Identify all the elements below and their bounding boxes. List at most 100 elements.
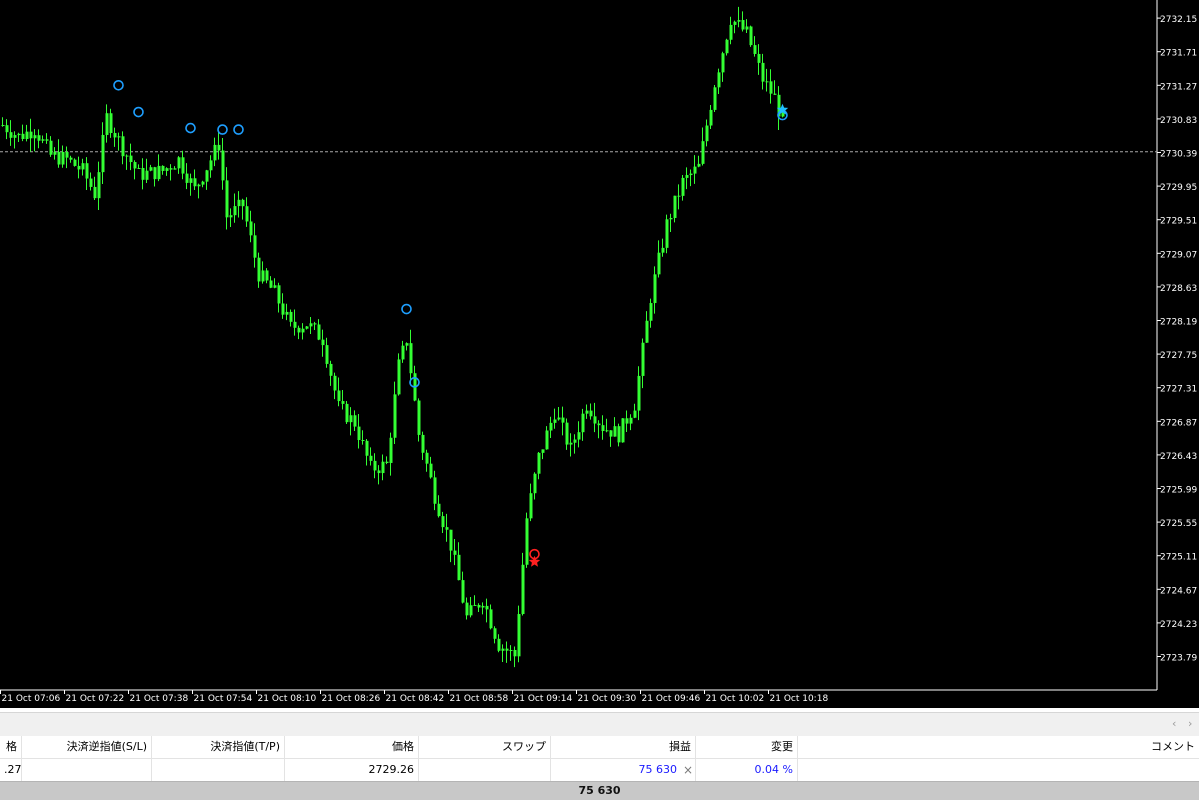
col-header-profit[interactable]: 損益 [551,736,696,758]
signal-circle-marker[interactable] [217,124,228,135]
candle-body [729,24,733,40]
candle-body [685,175,689,178]
candle-body [621,418,625,443]
price-axis-label: 2726.87 [1160,418,1197,428]
candle-body [325,345,329,364]
time-axis-label: 21 Oct 07:06 [2,694,61,704]
candle-body [269,280,273,288]
candle-body [133,162,137,169]
time-axis-label: 21 Oct 07:38 [130,694,189,704]
candle-body [169,168,173,170]
candle-body [461,580,465,603]
candle-body [105,113,109,135]
candle-body [749,26,753,46]
cell-change: 0.04 % [696,759,798,781]
candle-body [17,133,21,136]
candle-body [401,345,405,360]
candle-body [9,132,13,138]
candle-body [205,170,209,182]
price-axis-label: 2725.55 [1160,519,1197,529]
candle-body [225,180,229,218]
col-header-comment[interactable]: コメント [798,736,1199,758]
signal-circle-marker[interactable] [185,122,196,134]
candle-body [521,564,525,615]
col-header-swap[interactable]: スワップ [419,736,551,758]
candle-body [509,649,513,651]
candle-body [577,432,581,440]
scroll-right-icon[interactable]: › [1188,717,1192,731]
candle-body [185,173,189,183]
candle-body [533,473,537,494]
candle-body [93,186,97,199]
candle-body [669,217,673,220]
signal-circle-marker[interactable] [133,106,144,118]
candle-body [617,426,621,443]
candle-body [237,199,241,207]
signal-circle-marker[interactable] [233,124,244,135]
candle-body [725,39,729,54]
price-axis-label: 2724.67 [1160,586,1197,596]
chart-canvas[interactable]: 2732.592732.152731.712731.272730.832730.… [0,0,1199,708]
candle-body [217,144,221,151]
candle-body [681,177,685,196]
candle-body [209,160,213,171]
candle-body [773,93,777,95]
candle-body [489,609,493,629]
time-axis-label: 21 Oct 09:14 [514,694,573,704]
candle-body [673,195,677,218]
cell-comment [798,759,1199,781]
close-position-icon[interactable]: × [681,759,696,781]
candle-body [629,417,633,424]
candle-body [141,167,145,180]
candle-body [741,20,745,30]
price-axis-label: 2732.15 [1160,15,1197,25]
candle-body [21,133,25,140]
col-header-price-open[interactable]: 格 [0,736,22,758]
candle-body [57,151,61,165]
price-axis-label: 2731.71 [1160,49,1197,59]
price-axis-label: 2730.39 [1160,150,1197,160]
candle-body [569,442,573,445]
col-header-take-profit[interactable]: 決済指値(T/P) [152,736,285,758]
price-axis-label: 2729.07 [1160,250,1197,260]
candle-body [433,477,437,504]
candle-body [369,455,373,461]
candle-body [537,452,541,474]
col-header-price[interactable]: 価格 [285,736,419,758]
candle-body [421,434,425,453]
candle-body [557,417,561,420]
cell-take-profit[interactable] [152,759,285,781]
price-axis-label: 2724.23 [1160,620,1197,630]
price-axis-label: 2726.43 [1160,452,1197,462]
candle-body [397,359,401,395]
col-header-stop-loss[interactable]: 決済逆指値(S/L) [22,736,152,758]
candle-body [613,426,617,437]
candle-body [113,133,117,138]
candle-body [549,422,553,431]
candle-body [301,328,305,333]
price-axis-label: 2723.79 [1160,654,1197,664]
candle-body [149,167,153,171]
price-chart[interactable]: 2732.592732.152731.712731.272730.832730.… [0,0,1199,708]
candle-body [441,516,445,528]
table-row[interactable]: .27 2729.26 75 630 × 0.04 % [0,759,1199,781]
cell-stop-loss[interactable] [22,759,152,781]
col-header-change[interactable]: 変更 [696,736,798,758]
candle-body [553,419,557,423]
candle-body [253,235,257,258]
signal-circle-marker[interactable] [401,303,412,315]
candle-body [61,151,65,165]
candle-body [73,159,77,166]
candle-body [109,113,113,134]
scroll-left-icon[interactable]: ‹ [1172,717,1176,731]
candle-body [501,648,505,651]
chart-scroll-strip[interactable]: ‹ › [0,712,1199,737]
signal-circle-marker[interactable] [113,80,124,91]
candle-body [5,125,9,133]
candle-body [53,151,57,155]
candle-body [381,461,385,474]
candle-body [193,178,197,187]
candle-body [529,493,533,519]
total-profit-bar: 75 630 [0,781,1199,800]
candle-body [705,125,709,142]
